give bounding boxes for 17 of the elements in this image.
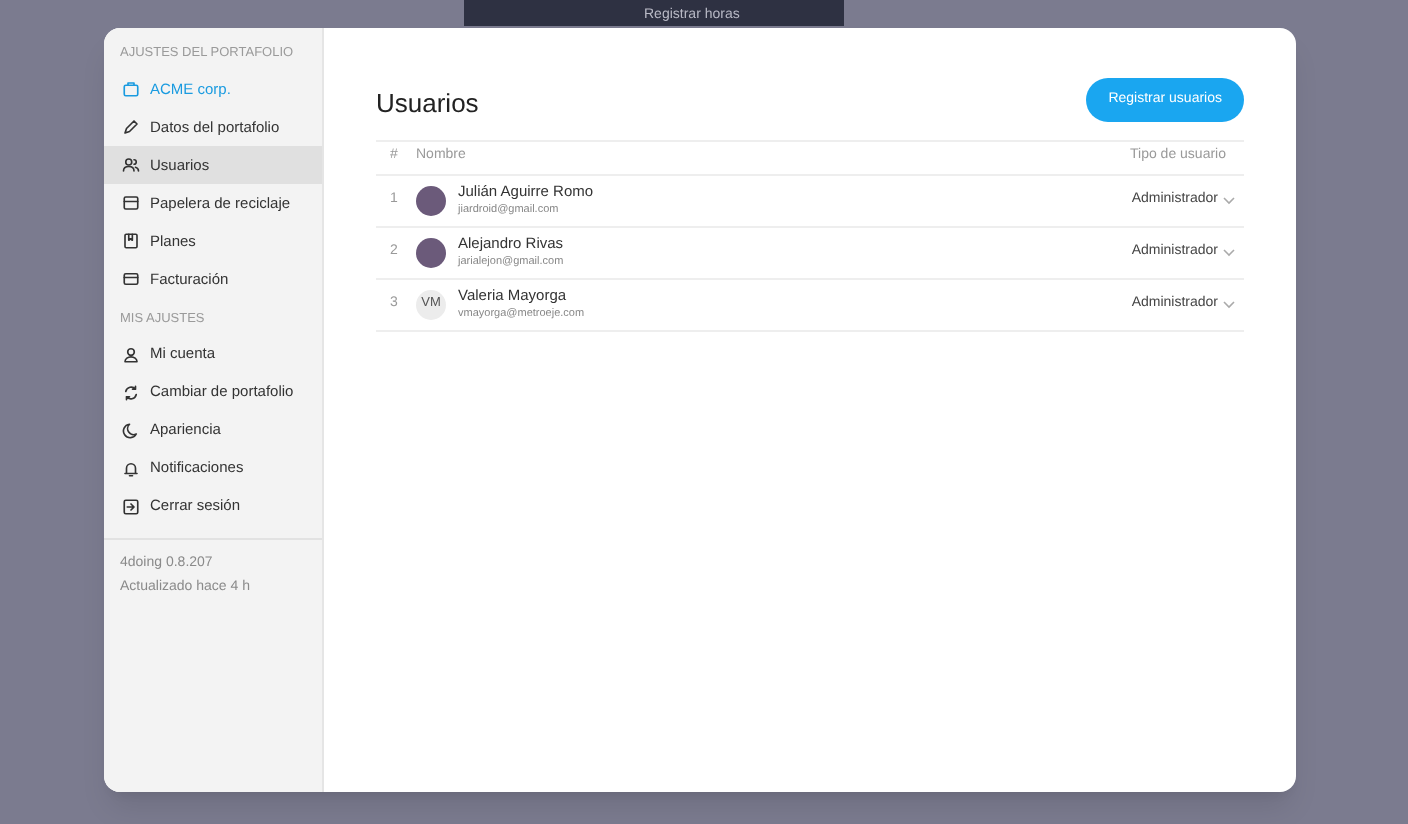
user-icon xyxy=(122,345,140,363)
pencil-icon xyxy=(122,117,140,136)
card-icon xyxy=(122,269,140,288)
book-icon xyxy=(122,231,140,250)
swap-icon xyxy=(122,383,140,401)
avatar xyxy=(416,237,446,267)
page-title: Usuarios xyxy=(376,86,479,122)
logout-icon xyxy=(122,497,140,515)
bell-icon xyxy=(122,459,140,477)
users-icon xyxy=(122,155,140,174)
briefcase-icon xyxy=(122,79,140,98)
avatar xyxy=(416,185,446,215)
tray-icon xyxy=(122,193,140,212)
moon-icon xyxy=(122,421,140,439)
chevron-down-icon xyxy=(1222,299,1236,309)
chevron-down-icon xyxy=(1222,247,1236,257)
chevron-down-icon xyxy=(1222,195,1236,205)
